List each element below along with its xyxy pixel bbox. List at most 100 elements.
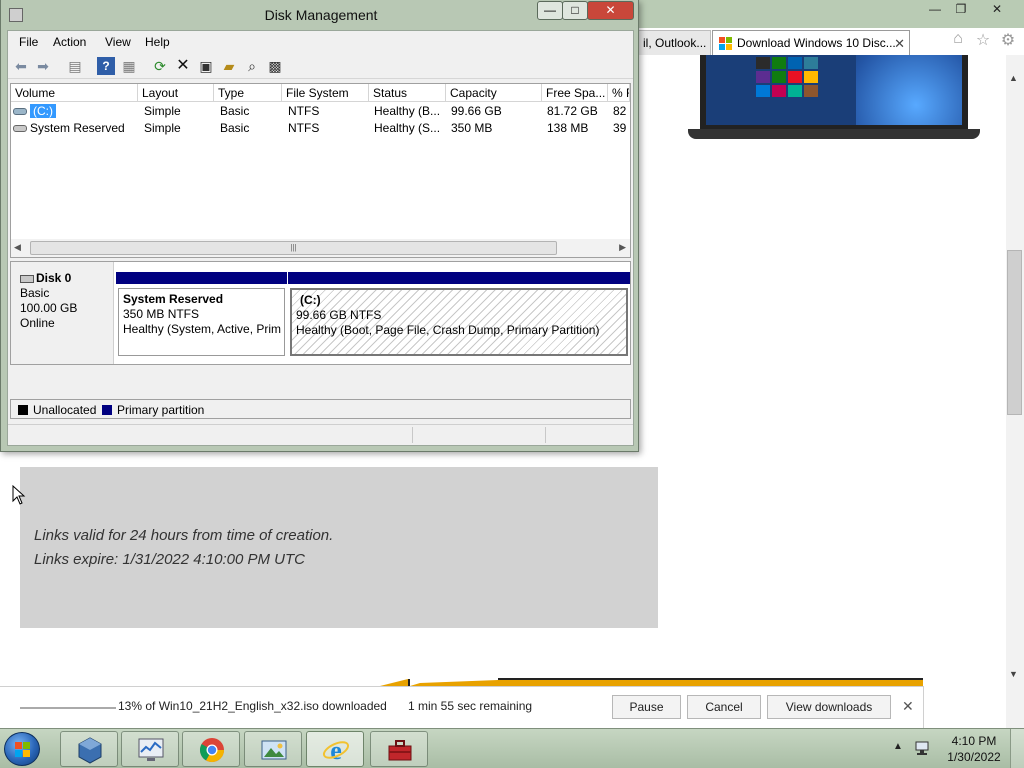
minimize-button[interactable]: — [537, 1, 563, 20]
toolbar: ⬅ ➡ ▤ ? ▦ ⟳ ✕ ▣ ▰ ⌕ ▩ [8, 53, 633, 79]
link-expire-text: Links expire: 1/31/2022 4:10:00 PM UTC [34, 551, 305, 568]
menu-file[interactable]: File [19, 35, 38, 49]
volume-cell: (C:) [13, 103, 138, 120]
status-cell: Healthy (B... [374, 104, 441, 118]
disk-0-label[interactable]: Disk 0 Basic 100.00 GB Online [11, 262, 114, 364]
performance-monitor-icon [138, 738, 164, 761]
browser-restore-button[interactable]: ❐ [948, 2, 974, 19]
help-icon[interactable]: ? [97, 57, 115, 75]
browser-minimize-button[interactable]: — [922, 2, 948, 19]
download-notification-bar: 13% of Win10_21H2_English_x32.iso downlo… [0, 686, 924, 728]
windows-laptop-image [688, 55, 980, 139]
partition-c-drive[interactable]: (C:) 99.66 GB NTFS Healthy (Boot, Page F… [288, 262, 630, 362]
browser-tab-label: il, Outlook... [643, 36, 707, 50]
home-icon[interactable]: ⌂ [948, 30, 968, 50]
horizontal-scrollbar[interactable]: ◀ ||| ▶ [11, 239, 630, 257]
window-client-area: File Action View Help ⬅ ➡ ▤ ? ▦ ⟳ ✕ ▣ ▰ … [7, 30, 634, 446]
table-row[interactable]: System Reserved Simple Basic NTFS Health… [11, 120, 630, 137]
close-button[interactable]: ✕ [587, 1, 634, 20]
clock-date[interactable]: 1/30/2022 [940, 750, 1008, 764]
drive-icon [13, 108, 27, 116]
taskbar-chrome[interactable] [182, 731, 240, 767]
browser-tab-outlook[interactable]: il, Outlook... [638, 30, 711, 55]
taskbar-virtualbox[interactable] [60, 731, 118, 767]
column-header-layout[interactable]: Layout [138, 84, 214, 102]
disk-state: Online [20, 316, 55, 330]
partition-status: Healthy (Boot, Page File, Crash Dump, Pr… [296, 323, 600, 337]
forward-icon[interactable]: ➡ [34, 57, 52, 75]
chrome-icon [199, 738, 224, 763]
mouse-cursor-icon [12, 485, 26, 505]
browser-vertical-scrollbar[interactable]: ▲ ▼ [1006, 55, 1024, 728]
back-icon[interactable]: ⬅ [12, 57, 30, 75]
legend-primary-swatch [102, 405, 112, 415]
search-icon[interactable]: ⌕ [243, 57, 261, 75]
partition-color-bar [116, 272, 287, 284]
volume-list: Volume Layout Type File System Status Ca… [10, 83, 631, 258]
partition-details: System Reserved 350 MB NTFS Healthy (Sys… [118, 288, 285, 356]
scroll-right-icon[interactable]: ▶ [619, 242, 626, 253]
legend-primary-label: Primary partition [117, 403, 205, 417]
scroll-thumb[interactable]: ||| [30, 241, 557, 255]
microsoft-logo-icon [719, 37, 732, 50]
disk-management-window: Disk Management — □ ✕ File Action View H… [0, 0, 639, 452]
tab-close-icon[interactable]: ✕ [894, 31, 905, 55]
maximize-button[interactable]: □ [562, 1, 588, 20]
column-header-type[interactable]: Type [214, 84, 282, 102]
capacity-cell: 350 MB [451, 121, 493, 135]
legend: Unallocated Primary partition [10, 399, 631, 419]
taskbar: e ▲ 4:10 PM 1/30/2022 [0, 728, 1024, 768]
window-titlebar[interactable]: Disk Management — □ ✕ [1, 0, 638, 30]
console-tree-icon[interactable]: ▤ [66, 57, 84, 75]
column-header-capacity[interactable]: Capacity [446, 84, 542, 102]
taskbar-internet-explorer[interactable]: e [306, 731, 364, 767]
column-header-percent-free[interactable]: % F [608, 84, 630, 102]
console-icon[interactable]: ▩ [266, 57, 284, 75]
taskbar-photo-viewer[interactable] [244, 731, 302, 767]
table-row[interactable]: (C:) Simple Basic NTFS Healthy (B... 99.… [11, 103, 630, 120]
properties-icon[interactable]: ▣ [197, 57, 215, 75]
taskbar-performance-monitor[interactable] [121, 731, 179, 767]
free-space-cell: 138 MB [547, 121, 589, 135]
windows-flag-icon [15, 742, 31, 758]
partition-status: Healthy (System, Active, Prim [123, 322, 282, 336]
partition-system-reserved[interactable]: System Reserved 350 MB NTFS Healthy (Sys… [116, 262, 287, 362]
column-header-free-space[interactable]: Free Spa... [542, 84, 608, 102]
browser-tab-download-windows[interactable]: Download Windows 10 Disc... ✕ [712, 30, 910, 55]
column-header-status[interactable]: Status [369, 84, 446, 102]
disk-icon [20, 274, 34, 283]
layout-cell: Simple [144, 121, 181, 135]
partition-name: System Reserved [123, 292, 224, 306]
menu-action[interactable]: Action [53, 35, 86, 49]
partition-size: 350 MB NTFS [123, 307, 200, 321]
partition-name: (C:) [300, 293, 321, 307]
browser-close-button[interactable]: ✕ [984, 2, 1010, 19]
column-header-volume[interactable]: Volume [11, 84, 138, 102]
start-button[interactable] [4, 732, 40, 766]
column-header-file-system[interactable]: File System [282, 84, 369, 102]
delete-icon[interactable]: ✕ [174, 57, 192, 75]
action-pane-icon[interactable]: ▦ [120, 57, 138, 75]
network-icon[interactable] [914, 739, 932, 757]
menu-view[interactable]: View [105, 35, 131, 49]
taskbar-toolbox[interactable] [370, 731, 428, 767]
cancel-download-button[interactable]: Cancel [687, 695, 761, 719]
view-downloads-button[interactable]: View downloads [767, 695, 891, 719]
favorites-star-icon[interactable]: ☆ [973, 30, 993, 50]
link-valid-text: Links valid for 24 hours from time of cr… [34, 527, 334, 544]
settings-gear-icon[interactable]: ⚙ [998, 30, 1018, 50]
refresh-icon[interactable]: ⟳ [151, 57, 169, 75]
download-status-text: 13% of Win10_21H2_English_x32.iso downlo… [118, 699, 387, 713]
menu-help[interactable]: Help [145, 35, 170, 49]
pause-button[interactable]: Pause [612, 695, 681, 719]
clock-time[interactable]: 4:10 PM [940, 734, 1008, 748]
browser-scroll-thumb[interactable] [1007, 250, 1022, 415]
menu-bar: File Action View Help [8, 31, 633, 53]
scroll-left-icon[interactable]: ◀ [14, 242, 21, 253]
browser-tabstrip: il, Outlook... Download Windows 10 Disc.… [638, 28, 938, 55]
close-download-bar-icon[interactable]: ✕ [902, 698, 914, 715]
show-desktop-button[interactable] [1010, 729, 1024, 768]
show-hidden-icons-icon[interactable]: ▲ [893, 741, 903, 752]
open-icon[interactable]: ▰ [220, 57, 238, 75]
file-system-cell: NTFS [288, 121, 320, 135]
